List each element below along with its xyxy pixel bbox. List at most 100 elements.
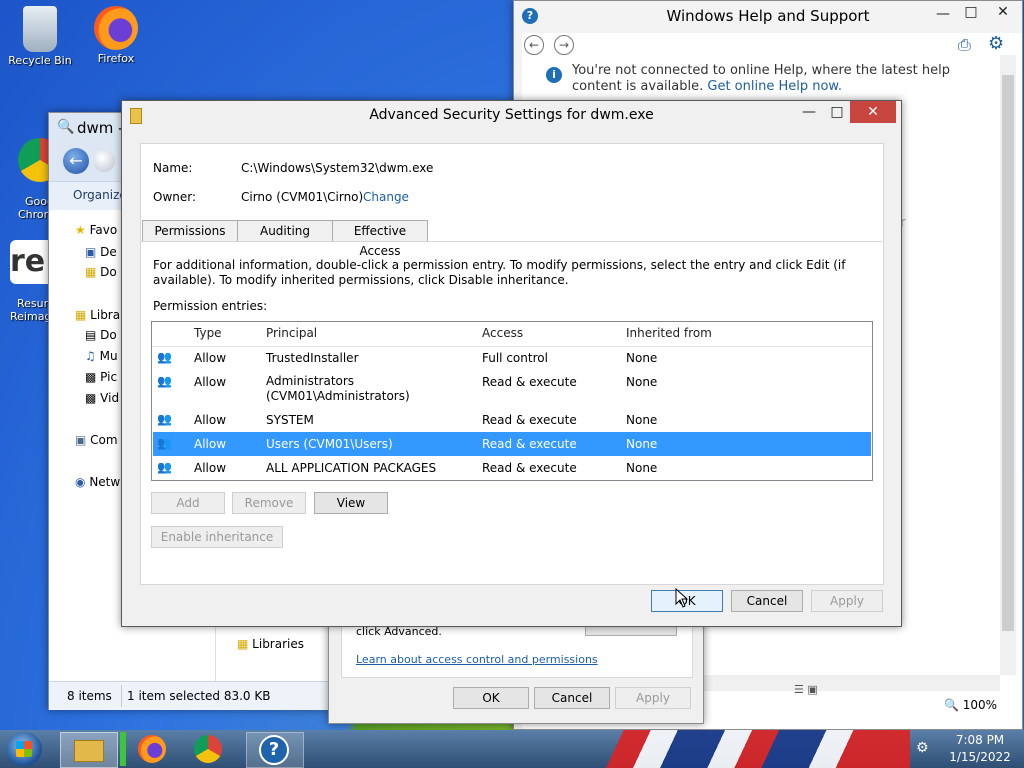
row-access: Read & execute <box>482 413 577 427</box>
column-type[interactable]: Type <box>194 326 222 340</box>
network-tray-icon[interactable]: ⚙ <box>916 740 929 756</box>
close-button[interactable]: ✕ <box>850 101 896 123</box>
video-icon: ▩ <box>85 391 97 405</box>
nav-item-documents[interactable]: ▤ Do <box>85 328 117 342</box>
help-scrollbar[interactable] <box>1000 55 1016 675</box>
view-button[interactable]: View <box>314 492 388 514</box>
nav-item-favorites[interactable]: ★ Favo <box>75 223 117 237</box>
taskbar-chrome[interactable] <box>182 732 238 766</box>
row-principal: Administrators (CVM01\Administrators) <box>266 374 410 403</box>
status-items: 8 items <box>67 689 112 703</box>
row-inherited: None <box>626 413 658 427</box>
owner-label: Owner: <box>153 190 197 204</box>
maximize-button[interactable]: □ <box>956 1 986 23</box>
taskbar-help[interactable]: ? <box>246 732 304 768</box>
cancel-button[interactable]: Cancel <box>534 687 610 709</box>
start-button[interactable] <box>6 732 42 766</box>
print-icon[interactable]: ⎙ <box>958 35 971 55</box>
nav-label: Vid <box>100 391 120 405</box>
view-toggle-icons[interactable]: ☰ ▣ <box>794 683 818 696</box>
nav-item-computer[interactable]: ▣ Com <box>75 433 118 447</box>
nav-item-libraries[interactable]: ▦ Libra <box>75 308 120 322</box>
app-packages-icon: 👥 <box>157 460 172 474</box>
nav-item-downloads[interactable]: ▦ Do <box>85 265 117 279</box>
column-access[interactable]: Access <box>482 326 523 340</box>
name-value: C:\Windows\System32\dwm.exe <box>241 161 434 175</box>
nav-item-pictures[interactable]: ▩ Pic <box>85 370 117 384</box>
organize-menu[interactable]: Organize <box>73 188 127 202</box>
forward-icon[interactable] <box>93 150 115 172</box>
network-icon: ◉ <box>75 475 86 489</box>
owner-change-link[interactable]: Change <box>363 190 409 204</box>
nav-label: De <box>100 245 117 259</box>
table-row[interactable]: 👥 Allow ALL APPLICATION PACKAGES Read & … <box>153 456 871 480</box>
music-icon: ♫ <box>85 349 96 363</box>
user-group-icon: 👥 <box>157 350 172 364</box>
maximize-button[interactable]: □ <box>822 101 852 123</box>
nav-item-videos[interactable]: ▩ Vid <box>85 391 119 405</box>
row-inherited: None <box>626 461 658 475</box>
tab-divider <box>141 241 882 242</box>
minimize-button[interactable]: — <box>928 3 958 25</box>
nav-label: Do <box>100 328 117 342</box>
nav-item-desktop[interactable]: ▣ De <box>85 245 117 259</box>
user-group-icon: 👥 <box>157 374 172 388</box>
column-principal[interactable]: Principal <box>266 326 317 340</box>
cancel-button[interactable]: Cancel <box>731 590 803 612</box>
back-icon[interactable]: ← <box>63 148 89 174</box>
row-principal: TrustedInstaller <box>266 351 359 365</box>
desktop-icon-recycle-bin[interactable]: Recycle Bin <box>4 6 76 67</box>
status-divider <box>121 685 122 707</box>
get-online-help-link[interactable]: Get online Help now. <box>707 79 842 94</box>
ok-button[interactable]: OK <box>453 687 529 709</box>
content-item-libraries[interactable]: ▦ Libraries <box>237 637 304 651</box>
chrome-icon <box>194 735 222 763</box>
nav-label: Com <box>90 433 118 447</box>
clock-time: 7:08 PM <box>955 733 1005 747</box>
close-button[interactable]: ✕ <box>988 1 1018 23</box>
permission-table[interactable]: Type Principal Access Inherited from 👥 A… <box>151 321 873 481</box>
desktop-icon-firefox[interactable]: Firefox <box>80 6 152 65</box>
taskbar-explorer[interactable] <box>60 732 118 768</box>
tab-auditing[interactable]: Auditing <box>237 220 333 242</box>
apply-button[interactable]: Apply <box>615 687 691 709</box>
desktop-icon: ▣ <box>85 245 97 259</box>
back-icon[interactable]: ← <box>524 35 544 55</box>
nav-label: Pic <box>100 370 118 384</box>
remove-button[interactable]: Remove <box>232 492 306 514</box>
library-icon: ▦ <box>237 637 249 651</box>
table-row[interactable]: 👥 Allow Administrators (CVM01\Administra… <box>153 370 871 408</box>
tab-effective-access[interactable]: Effective Access <box>332 220 428 258</box>
forward-icon[interactable]: → <box>554 35 574 55</box>
owner-value: Cirno (CVM01\Cirno) <box>241 190 364 204</box>
column-inherited[interactable]: Inherited from <box>626 326 712 340</box>
table-row-selected[interactable]: 👥 Allow Users (CVM01\Users) Read & execu… <box>153 432 871 456</box>
nav-label: Netw <box>89 475 121 489</box>
row-access: Read & execute <box>482 461 577 475</box>
enable-inheritance-button[interactable]: Enable inheritance <box>151 526 283 548</box>
row-access: Read & execute <box>482 375 577 389</box>
access-control-link[interactable]: Learn about access control and permissio… <box>356 653 598 666</box>
row-type: Allow <box>194 413 227 427</box>
zoom-level[interactable]: 🔍 100% <box>944 698 997 712</box>
gear-icon[interactable]: ⚙ <box>988 33 1004 54</box>
nav-item-music[interactable]: ♫ Mu <box>85 349 118 363</box>
info-icon: i <box>546 67 562 83</box>
table-row[interactable]: 👥 Allow SYSTEM Read & execute None <box>153 408 871 432</box>
nav-item-network[interactable]: ◉ Netw <box>75 475 120 489</box>
row-type: Allow <box>194 351 227 365</box>
tab-permissions[interactable]: Permissions <box>142 220 238 241</box>
user-group-icon: 👥 <box>157 436 172 450</box>
apply-button[interactable]: Apply <box>811 590 883 612</box>
taskbar-firefox[interactable] <box>126 732 182 766</box>
nav-label: Favo <box>89 223 118 237</box>
table-row[interactable]: 👥 Allow TrustedInstaller Full control No… <box>153 346 871 370</box>
firefox-icon <box>138 735 166 763</box>
scroll-thumb[interactable] <box>1002 75 1014 631</box>
clock[interactable]: 7:08 PM 1/15/2022 <box>938 730 1022 768</box>
add-button[interactable]: Add <box>151 492 225 514</box>
minimize-button[interactable]: — <box>794 101 824 123</box>
info-text: For additional information, double-click… <box>153 258 846 287</box>
libraries-label: Libraries <box>252 637 304 651</box>
windows-logo-icon <box>16 741 32 757</box>
